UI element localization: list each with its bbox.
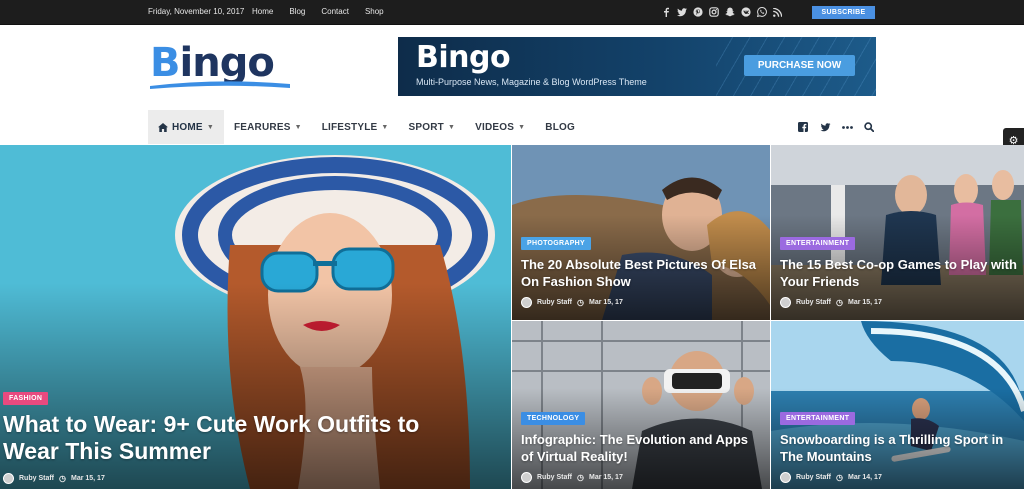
post-meta: Ruby Staff ◷ Mar 15, 17 xyxy=(3,473,105,484)
post-date: Mar 14, 17 xyxy=(847,474,882,481)
post-meta: Ruby Staff ◷ Mar 14, 17 xyxy=(780,472,882,483)
nav-item-videos[interactable]: VIDEOS ▼ xyxy=(465,110,535,144)
nav-item-lifestyle[interactable]: LIFESTYLE ▼ xyxy=(312,110,399,144)
banner-title: Bingo xyxy=(416,40,511,75)
chevron-down-icon: ▼ xyxy=(381,123,389,131)
post-title[interactable]: The 20 Absolute Best Pictures Of Elsa On… xyxy=(521,256,761,290)
author-name[interactable]: Ruby Staff xyxy=(19,475,54,482)
rss-icon[interactable] xyxy=(771,5,784,19)
avatar xyxy=(780,297,791,308)
home-icon xyxy=(158,122,168,132)
top-link-blog[interactable]: Blog xyxy=(289,7,305,16)
featured-post-large[interactable]: FASHION What to Wear: 9+ Cute Work Outfi… xyxy=(0,145,511,489)
nav-item-features[interactable]: FEARURES ▼ xyxy=(224,110,312,144)
category-badge[interactable]: FASHION xyxy=(3,392,49,405)
instagram-icon[interactable] xyxy=(707,5,720,19)
main-navigation: HOME ▼ FEARURES ▼ LIFESTYLE ▼ SPORT ▼ VI… xyxy=(148,110,585,144)
vk-icon[interactable] xyxy=(739,5,752,19)
clock-icon: ◷ xyxy=(577,473,584,482)
category-badge[interactable]: TECHNOLOGY xyxy=(521,412,586,425)
top-link-contact[interactable]: Contact xyxy=(321,7,349,16)
pinterest-icon[interactable] xyxy=(691,5,704,19)
clock-icon: ◷ xyxy=(59,474,66,483)
site-logo[interactable]: Bingo xyxy=(150,40,295,92)
banner-subtitle: Multi-Purpose News, Magazine & Blog Word… xyxy=(416,77,647,87)
avatar xyxy=(3,473,14,484)
clock-icon: ◷ xyxy=(836,473,843,482)
nav-item-blog[interactable]: BLOG xyxy=(535,110,585,144)
nav-right-tools xyxy=(797,121,875,133)
category-badge[interactable]: ENTERTAINMENT xyxy=(780,237,856,250)
avatar xyxy=(521,472,532,483)
snapchat-icon[interactable] xyxy=(723,5,736,19)
top-links: Home Blog Contact Shop xyxy=(252,7,384,16)
purchase-now-button[interactable]: PURCHASE NOW xyxy=(744,55,855,76)
twitter-icon[interactable] xyxy=(819,121,831,133)
chevron-down-icon: ▼ xyxy=(518,123,526,131)
whatsapp-icon[interactable] xyxy=(755,5,768,19)
search-icon[interactable] xyxy=(863,121,875,133)
top-link-shop[interactable]: Shop xyxy=(365,7,384,16)
facebook-icon[interactable] xyxy=(659,5,672,19)
post-date: Mar 15, 17 xyxy=(588,299,623,306)
post-date: Mar 15, 17 xyxy=(70,475,105,482)
header-banner-ad[interactable]: Bingo Multi-Purpose News, Magazine & Blo… xyxy=(398,37,876,96)
chevron-down-icon: ▼ xyxy=(294,123,302,131)
facebook-icon[interactable] xyxy=(797,121,809,133)
clock-icon: ◷ xyxy=(577,298,584,307)
post-title[interactable]: Snowboarding is a Thrilling Sport in The… xyxy=(780,431,1022,465)
avatar xyxy=(521,297,532,308)
top-bar: Friday, November 10, 2017 Home Blog Cont… xyxy=(0,0,1024,25)
clock-icon: ◷ xyxy=(836,298,843,307)
twitter-icon[interactable] xyxy=(675,5,688,19)
post-title[interactable]: The 15 Best Co-op Games to Play with You… xyxy=(780,256,1018,290)
nav-item-sport[interactable]: SPORT ▼ xyxy=(399,110,466,144)
post-meta: Ruby Staff ◷ Mar 15, 17 xyxy=(521,297,623,308)
more-icon[interactable] xyxy=(841,121,853,133)
featured-post-snowboarding[interactable]: ENTERTAINMENT Snowboarding is a Thrillin… xyxy=(771,321,1024,489)
author-name[interactable]: Ruby Staff xyxy=(796,299,831,306)
top-link-home[interactable]: Home xyxy=(252,7,273,16)
author-name[interactable]: Ruby Staff xyxy=(537,474,572,481)
chevron-down-icon: ▼ xyxy=(206,123,214,131)
current-date: Friday, November 10, 2017 xyxy=(148,7,245,16)
chevron-down-icon: ▼ xyxy=(448,123,456,131)
post-date: Mar 15, 17 xyxy=(588,474,623,481)
category-badge[interactable]: PHOTOGRAPHY xyxy=(521,237,592,250)
nav-item-home[interactable]: HOME ▼ xyxy=(148,110,224,144)
post-meta: Ruby Staff ◷ Mar 15, 17 xyxy=(521,472,623,483)
social-icons xyxy=(659,5,784,19)
logo-swoosh-icon xyxy=(150,81,290,89)
subscribe-button[interactable]: SUBSCRIBE xyxy=(812,6,875,19)
featured-post-photography[interactable]: PHOTOGRAPHY The 20 Absolute Best Picture… xyxy=(512,145,770,320)
category-badge[interactable]: ENTERTAINMENT xyxy=(780,412,856,425)
post-meta: Ruby Staff ◷ Mar 15, 17 xyxy=(780,297,882,308)
featured-post-entertainment[interactable]: ENTERTAINMENT The 15 Best Co-op Games to… xyxy=(771,145,1024,320)
author-name[interactable]: Ruby Staff xyxy=(537,299,572,306)
post-title[interactable]: What to Wear: 9+ Cute Work Outfits to We… xyxy=(3,411,473,465)
post-title[interactable]: Infographic: The Evolution and Apps of V… xyxy=(521,431,761,465)
post-date: Mar 15, 17 xyxy=(847,299,882,306)
featured-post-technology[interactable]: TECHNOLOGY Infographic: The Evolution an… xyxy=(512,321,770,489)
author-name[interactable]: Ruby Staff xyxy=(796,474,831,481)
avatar xyxy=(780,472,791,483)
